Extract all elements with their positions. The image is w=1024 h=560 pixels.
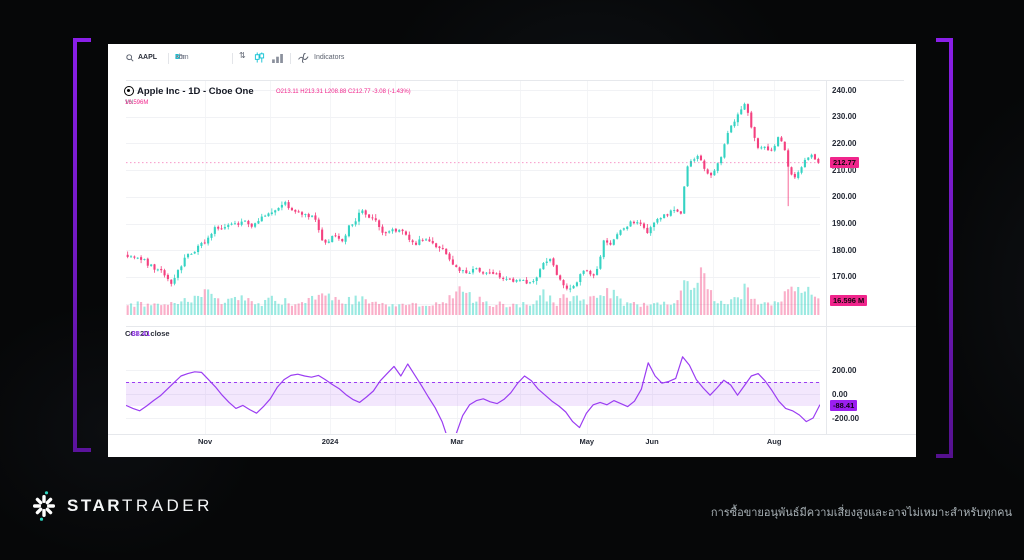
- price-axis-label: 200.00: [832, 192, 856, 201]
- indicators-button[interactable]: Indicators: [314, 52, 344, 64]
- compare-arrows-icon[interactable]: ⇅: [239, 51, 246, 60]
- background-glow: [930, 80, 1024, 500]
- brand-lockup: STARTRADER: [30, 490, 213, 522]
- price-axis-label: 190.00: [832, 219, 856, 228]
- price-axis-label: 170.00: [832, 272, 856, 281]
- right-bracket-decoration: [936, 38, 953, 42]
- toolbar-divider: [290, 53, 291, 64]
- instrument-title[interactable]: Apple Inc - 1D - Cboe One: [137, 86, 254, 97]
- cci-axis-label: 0.00: [832, 390, 848, 399]
- last-price-badge: 212.77: [830, 157, 859, 168]
- time-axis-label: Aug: [759, 437, 789, 446]
- timeframe-button-d[interactable]: D: [175, 52, 180, 64]
- left-bracket-decoration: [73, 448, 91, 452]
- ohlc-values: O213.11 H213.31 L208.88 C212.77 -3.08 (-…: [276, 89, 411, 95]
- startrader-logo-icon: [30, 491, 58, 521]
- volume-value: 16.596M: [125, 100, 148, 106]
- instrument-logo-icon: [124, 86, 134, 96]
- time-axis-label: 2024: [315, 437, 345, 446]
- price-axis-label: 230.00: [832, 112, 856, 121]
- time-axis-label: Mar: [442, 437, 472, 446]
- left-bracket-decoration: [73, 38, 77, 452]
- chart-panel: AAPL 1m30m1hD ⇅ Indicators Apple Inc - 1…: [108, 44, 916, 457]
- toolbar-divider: [232, 53, 233, 64]
- right-bracket-decoration: [949, 38, 953, 458]
- price-axis-label: 240.00: [832, 86, 856, 95]
- cci-axis-label: 200.00: [832, 366, 856, 375]
- promo-banner: { "frame": { "accent_purple": "#8a1fe8" …: [0, 0, 1024, 536]
- time-axis-label: Jun: [637, 437, 667, 446]
- risk-disclaimer: การซื้อขายอนุพันธ์มีความเสี่ยงสูงและอาจไ…: [711, 503, 1012, 521]
- cci-value: -88.41: [129, 329, 150, 338]
- cci-axis-label: -200.00: [832, 414, 859, 423]
- cci-badge: -88.41: [830, 400, 857, 411]
- chart-canvas[interactable]: [108, 44, 916, 457]
- symbol-button[interactable]: AAPL: [138, 52, 157, 64]
- price-axis-label: 220.00: [832, 139, 856, 148]
- right-bracket-decoration: [936, 454, 953, 458]
- price-axis-label: 180.00: [832, 246, 856, 255]
- brand-name: STARTRADER: [67, 496, 213, 516]
- time-axis-label: May: [572, 437, 602, 446]
- left-bracket-decoration: [73, 38, 91, 42]
- toolbar-divider: [168, 53, 169, 64]
- time-axis-label: Nov: [190, 437, 220, 446]
- volume-badge: 16.596 M: [830, 295, 867, 306]
